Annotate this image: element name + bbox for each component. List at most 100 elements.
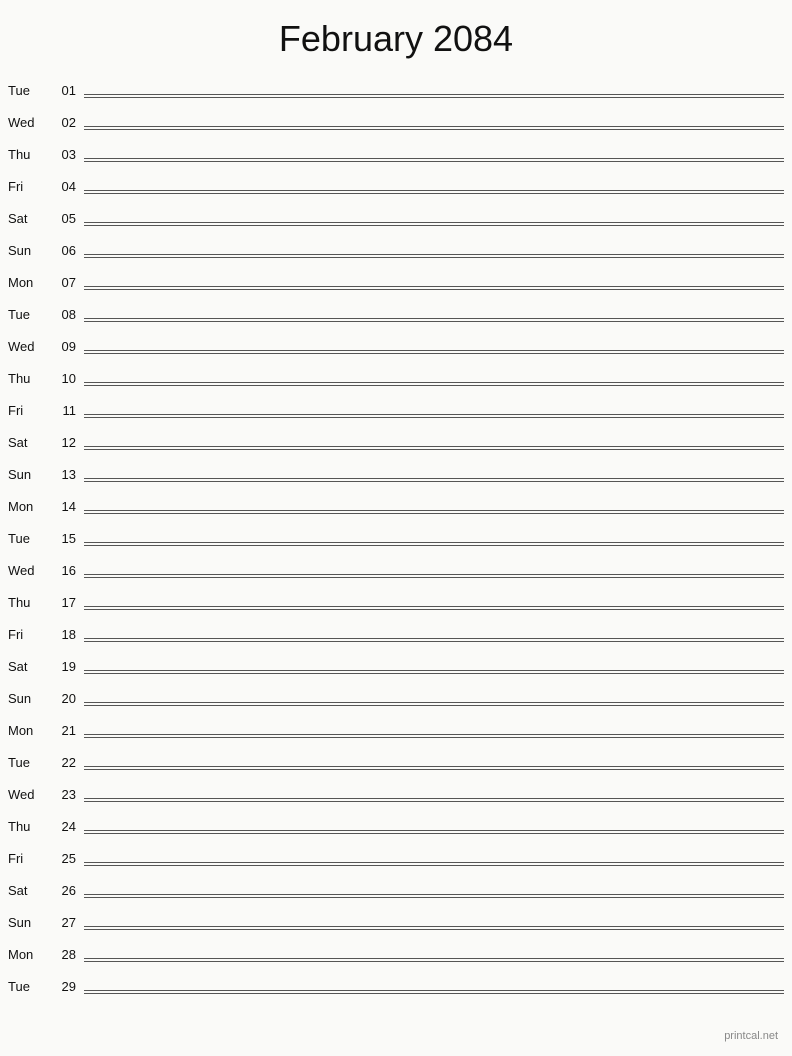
writing-line-1 xyxy=(84,862,784,863)
day-line-area xyxy=(84,510,784,516)
writing-line-1 xyxy=(84,830,784,831)
day-number: 27 xyxy=(48,915,76,932)
writing-line-1 xyxy=(84,254,784,255)
writing-line-1 xyxy=(84,350,784,351)
day-name: Fri xyxy=(8,627,48,644)
day-number: 07 xyxy=(48,275,76,292)
day-line-area xyxy=(84,830,784,836)
writing-line-1 xyxy=(84,158,784,159)
writing-line-2 xyxy=(84,705,784,706)
writing-line-2 xyxy=(84,929,784,930)
day-number: 17 xyxy=(48,595,76,612)
day-name: Wed xyxy=(8,115,48,132)
writing-line-2 xyxy=(84,193,784,194)
day-row: Sat26 xyxy=(8,870,784,902)
writing-line-2 xyxy=(84,737,784,738)
writing-line-2 xyxy=(84,449,784,450)
day-name: Tue xyxy=(8,307,48,324)
day-name: Fri xyxy=(8,851,48,868)
day-name: Tue xyxy=(8,531,48,548)
day-name: Mon xyxy=(8,947,48,964)
day-number: 03 xyxy=(48,147,76,164)
day-number: 26 xyxy=(48,883,76,900)
day-number: 29 xyxy=(48,979,76,996)
day-name: Fri xyxy=(8,179,48,196)
day-name: Sat xyxy=(8,435,48,452)
writing-line-1 xyxy=(84,542,784,543)
writing-line-1 xyxy=(84,126,784,127)
day-line-area xyxy=(84,606,784,612)
writing-line-2 xyxy=(84,865,784,866)
writing-line-1 xyxy=(84,894,784,895)
day-row: Fri18 xyxy=(8,614,784,646)
writing-line-2 xyxy=(84,673,784,674)
day-row: Fri11 xyxy=(8,390,784,422)
day-number: 22 xyxy=(48,755,76,772)
day-row: Sun27 xyxy=(8,902,784,934)
writing-line-2 xyxy=(84,289,784,290)
writing-line-1 xyxy=(84,446,784,447)
day-name: Sat xyxy=(8,659,48,676)
day-line-area xyxy=(84,574,784,580)
day-number: 25 xyxy=(48,851,76,868)
writing-line-1 xyxy=(84,318,784,319)
writing-line-2 xyxy=(84,961,784,962)
day-number: 23 xyxy=(48,787,76,804)
day-row: Wed09 xyxy=(8,326,784,358)
writing-line-2 xyxy=(84,833,784,834)
day-name: Thu xyxy=(8,147,48,164)
day-row: Wed23 xyxy=(8,774,784,806)
day-row: Thu17 xyxy=(8,582,784,614)
day-name: Wed xyxy=(8,339,48,356)
day-number: 05 xyxy=(48,211,76,228)
writing-line-1 xyxy=(84,702,784,703)
day-number: 10 xyxy=(48,371,76,388)
day-number: 11 xyxy=(48,403,76,420)
day-row: Thu10 xyxy=(8,358,784,390)
day-line-area xyxy=(84,638,784,644)
day-name: Mon xyxy=(8,275,48,292)
day-line-area xyxy=(84,318,784,324)
writing-line-2 xyxy=(84,577,784,578)
day-row: Mon21 xyxy=(8,710,784,742)
day-number: 18 xyxy=(48,627,76,644)
day-number: 15 xyxy=(48,531,76,548)
writing-line-2 xyxy=(84,545,784,546)
calendar-grid: Tue01Wed02Thu03Fri04Sat05Sun06Mon07Tue08… xyxy=(0,70,792,998)
writing-line-2 xyxy=(84,417,784,418)
writing-line-1 xyxy=(84,94,784,95)
day-line-area xyxy=(84,894,784,900)
day-number: 24 xyxy=(48,819,76,836)
day-name: Fri xyxy=(8,403,48,420)
writing-line-2 xyxy=(84,257,784,258)
writing-line-1 xyxy=(84,990,784,991)
day-line-area xyxy=(84,382,784,388)
day-line-area xyxy=(84,702,784,708)
writing-line-2 xyxy=(84,481,784,482)
writing-line-2 xyxy=(84,161,784,162)
day-row: Mon28 xyxy=(8,934,784,966)
writing-line-1 xyxy=(84,574,784,575)
day-number: 16 xyxy=(48,563,76,580)
writing-line-1 xyxy=(84,382,784,383)
day-row: Thu03 xyxy=(8,134,784,166)
day-line-area xyxy=(84,222,784,228)
day-line-area xyxy=(84,862,784,868)
day-name: Mon xyxy=(8,723,48,740)
writing-line-1 xyxy=(84,478,784,479)
day-line-area xyxy=(84,190,784,196)
day-row: Tue29 xyxy=(8,966,784,998)
day-line-area xyxy=(84,734,784,740)
day-line-area xyxy=(84,94,784,100)
day-line-area xyxy=(84,446,784,452)
writing-line-2 xyxy=(84,609,784,610)
day-row: Sat05 xyxy=(8,198,784,230)
day-row: Fri04 xyxy=(8,166,784,198)
writing-line-1 xyxy=(84,670,784,671)
day-row: Fri25 xyxy=(8,838,784,870)
day-name: Wed xyxy=(8,563,48,580)
day-number: 08 xyxy=(48,307,76,324)
day-row: Tue15 xyxy=(8,518,784,550)
writing-line-1 xyxy=(84,734,784,735)
writing-line-2 xyxy=(84,641,784,642)
